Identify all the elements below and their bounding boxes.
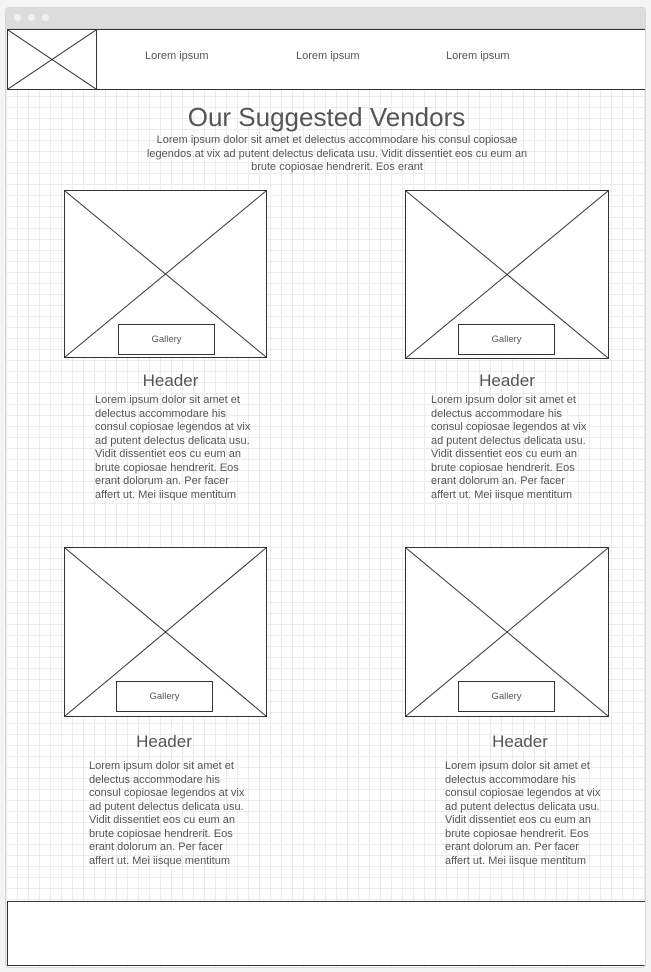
card-text-3: Lorem ipsum dolor sit amet et delectus a… (89, 760, 245, 867)
gallery-button-3[interactable]: Gallery (116, 681, 213, 712)
card-text-4: Lorem ipsum dolor sit amet et delectus a… (445, 760, 601, 867)
vendor-image-4: Gallery (405, 547, 609, 717)
window-dot-icon[interactable] (42, 14, 49, 21)
vendor-image-1: Gallery (64, 190, 267, 358)
vendor-image-3: Gallery (64, 547, 267, 717)
nav-link-1[interactable]: Lorem ipsum (145, 50, 209, 62)
page-title: Our Suggested Vendors (187, 102, 466, 132)
vendor-image-2: Gallery (405, 190, 609, 359)
logo-placeholder[interactable] (8, 30, 97, 89)
gallery-button-4[interactable]: Gallery (458, 681, 555, 712)
card-header-4: Header (492, 732, 548, 751)
card-header-2: Header (479, 371, 535, 390)
gallery-button-1[interactable]: Gallery (118, 324, 215, 355)
window-dot-icon[interactable] (14, 14, 21, 21)
card-header-1: Header (142, 371, 199, 390)
nav-link-3[interactable]: Lorem ipsum (446, 50, 510, 62)
card-text-2: Lorem ipsum dolor sit amet et delectus a… (431, 394, 587, 501)
page-footer (7, 901, 645, 966)
browser-window: Lorem ipsum Lorem ipsum Lorem ipsum Our … (5, 7, 646, 968)
card-header-3: Header (136, 732, 192, 751)
window-dot-icon[interactable] (28, 14, 35, 21)
page-intro: Lorem ipsum dolor sit amet et delectus a… (146, 134, 528, 173)
gallery-button-2[interactable]: Gallery (458, 324, 555, 355)
card-text-1: Lorem ipsum dolor sit amet et delectus a… (95, 394, 251, 501)
image-placeholder-icon (8, 30, 96, 89)
nav-link-2[interactable]: Lorem ipsum (296, 50, 360, 62)
window-titlebar (6, 8, 645, 29)
top-navbar: Lorem ipsum Lorem ipsum Lorem ipsum (7, 29, 645, 90)
